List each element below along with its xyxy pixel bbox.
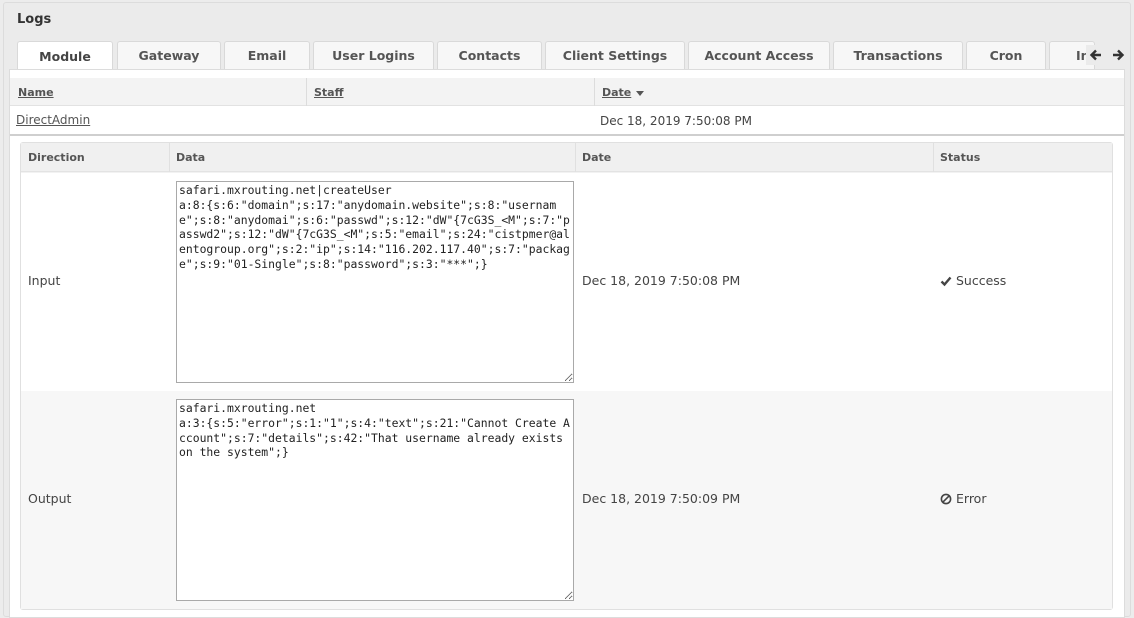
logs-panel: Logs Module Gateway Email User Logins Co… — [3, 2, 1131, 618]
column-staff[interactable]: Staff — [306, 78, 344, 106]
panel-title: Logs — [17, 12, 52, 27]
direction-label: Output — [28, 491, 72, 506]
response-date: Dec 18, 2019 7:50:09 PM — [582, 491, 741, 506]
table-row[interactable]: DirectAdmin Dec 18, 2019 7:50:08 PM — [10, 107, 1124, 134]
tab-bar: Module Gateway Email User Logins Contact… — [4, 41, 1130, 70]
column-date[interactable]: Date — [594, 78, 645, 106]
ban-icon — [940, 493, 952, 504]
tab-email[interactable]: Email — [224, 41, 310, 69]
check-icon — [940, 276, 952, 286]
column-date-label: Date — [602, 86, 632, 99]
log-detail-table: Direction Data Date Status Input safari.… — [20, 142, 1113, 610]
tab-user-logins[interactable]: User Logins — [313, 41, 434, 69]
arrow-right-glyph — [1113, 49, 1125, 61]
detail-column-data: Data — [176, 151, 206, 164]
direction-label: Input — [28, 273, 61, 288]
tab-account-access[interactable]: Account Access — [688, 41, 830, 69]
tab-contacts[interactable]: Contacts — [437, 41, 542, 69]
status-badge: Error — [940, 491, 986, 506]
arrow-left-icon[interactable] — [1086, 45, 1106, 65]
tab-transactions[interactable]: Transactions — [833, 41, 963, 69]
sort-desc-icon — [636, 90, 645, 96]
tab-content: Name Staff Date DirectAdmin Dec 18, 2019… — [9, 69, 1125, 618]
log-date: Dec 18, 2019 7:50:08 PM — [600, 114, 752, 128]
tab-module[interactable]: Module — [17, 41, 113, 70]
arrow-left-glyph — [1089, 49, 1101, 61]
request-date: Dec 18, 2019 7:50:08 PM — [582, 273, 741, 288]
request-data-textarea[interactable]: safari.mxrouting.net|createUser a:8:{s:6… — [176, 181, 574, 383]
status-text: Success — [956, 273, 1007, 288]
status-badge: Success — [940, 273, 1006, 288]
detail-row-input: Input safari.mxrouting.net|createUser a:… — [21, 173, 1112, 391]
tab-cron[interactable]: Cron — [966, 41, 1046, 69]
log-name-link[interactable]: DirectAdmin — [16, 113, 90, 127]
column-name[interactable]: Name — [10, 78, 54, 106]
log-list-header: Name Staff Date — [10, 78, 1124, 106]
detail-column-status: Status — [940, 151, 981, 164]
detail-column-direction: Direction — [28, 151, 85, 164]
row-divider — [10, 134, 1124, 136]
tab-client-settings[interactable]: Client Settings — [545, 41, 685, 69]
detail-column-date: Date — [582, 151, 612, 164]
response-data-textarea[interactable]: safari.mxrouting.net a:3:{s:5:"error";s:… — [176, 399, 574, 601]
detail-header: Direction Data Date Status — [21, 143, 1112, 172]
detail-row-output: Output safari.mxrouting.net a:3:{s:5:"er… — [21, 391, 1112, 609]
tab-gateway[interactable]: Gateway — [117, 41, 221, 69]
status-text: Error — [956, 491, 987, 506]
arrow-right-icon[interactable] — [1108, 45, 1128, 65]
